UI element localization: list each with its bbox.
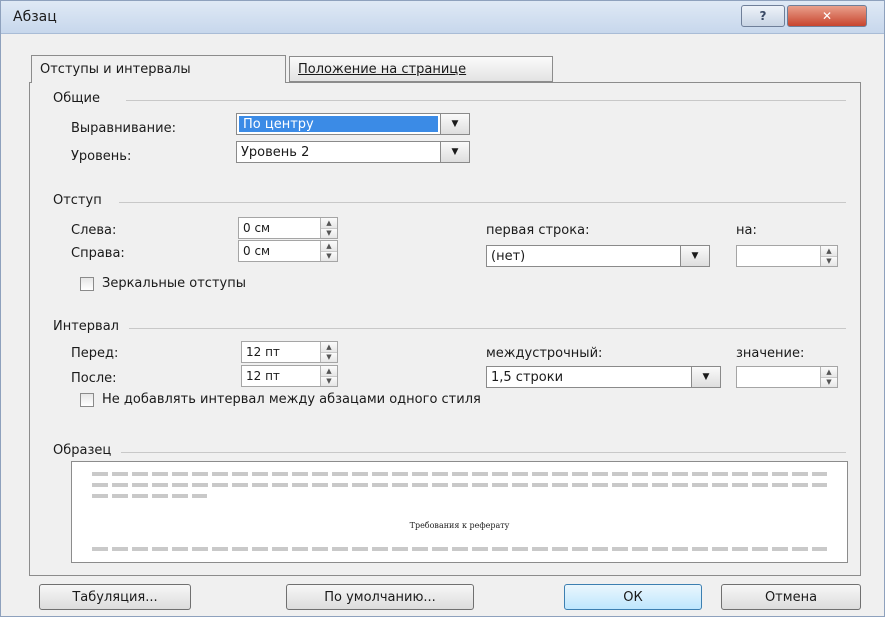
close-button[interactable]: ✕ — [787, 5, 867, 27]
right-indent-value[interactable]: 0 см — [239, 244, 320, 258]
space-after-label: После: — [71, 371, 117, 386]
spin-up-icon[interactable]: ▲ — [321, 241, 337, 251]
section-preview-title: Образец — [53, 443, 112, 458]
spin-up-icon[interactable]: ▲ — [821, 246, 837, 256]
level-value: Уровень 2 — [241, 144, 310, 160]
preview-sample-text: Требования к реферату — [409, 521, 510, 530]
title-bar: Абзац ? ✕ — [1, 1, 884, 34]
ok-button[interactable]: ОК — [564, 584, 702, 610]
no-space-same-style-checkbox[interactable] — [80, 393, 94, 407]
first-line-select[interactable]: (нет) ▼ — [486, 245, 710, 267]
preview-next-line — [92, 547, 827, 551]
spacing-value-label: значение: — [736, 346, 805, 361]
set-default-button[interactable]: По умолчанию... — [286, 584, 474, 610]
spin-down-icon[interactable]: ▼ — [321, 351, 337, 362]
spin-up-icon[interactable]: ▲ — [321, 342, 337, 352]
alignment-value: По центру — [239, 116, 438, 132]
line-spacing-label: междустрочный: — [486, 346, 603, 361]
preview-prev-line — [92, 472, 827, 476]
section-general-title: Общие — [53, 91, 100, 106]
divider — [121, 452, 846, 453]
divider — [129, 328, 846, 329]
by-spinner[interactable]: ▲ ▼ — [736, 245, 838, 267]
first-line-value: (нет) — [491, 248, 526, 264]
chevron-down-icon[interactable]: ▼ — [691, 367, 720, 387]
space-before-label: Перед: — [71, 346, 119, 361]
right-indent-label: Справа: — [71, 246, 125, 261]
tab-label: Положение на странице — [298, 61, 467, 77]
spin-down-icon[interactable]: ▼ — [821, 255, 837, 266]
help-button[interactable]: ? — [741, 5, 785, 27]
chevron-down-icon[interactable]: ▼ — [680, 246, 709, 266]
by-label: на: — [736, 223, 757, 238]
line-spacing-select[interactable]: 1,5 строки ▼ — [486, 366, 721, 388]
preview-prev-line — [92, 494, 207, 498]
dialog-title: Абзац — [13, 9, 57, 25]
alignment-select[interactable]: По центру ▼ — [236, 113, 470, 135]
spin-down-icon[interactable]: ▼ — [821, 376, 837, 387]
tab-line-page-breaks[interactable]: Положение на странице — [289, 56, 553, 82]
section-indent-title: Отступ — [53, 193, 102, 208]
preview-prev-line — [92, 483, 827, 487]
spin-down-icon[interactable]: ▼ — [321, 250, 337, 261]
cancel-button[interactable]: Отмена — [721, 584, 861, 610]
right-indent-spinner[interactable]: 0 см ▲ ▼ — [238, 240, 338, 262]
spin-up-icon[interactable]: ▲ — [821, 367, 837, 377]
space-after-spinner[interactable]: 12 пт ▲ ▼ — [241, 365, 338, 387]
spin-up-icon[interactable]: ▲ — [321, 218, 337, 228]
mirror-indents-checkbox[interactable] — [80, 277, 94, 291]
spacing-value-spinner[interactable]: ▲ ▼ — [736, 366, 838, 388]
mirror-indents-label: Зеркальные отступы — [102, 276, 246, 291]
left-indent-value[interactable]: 0 см — [239, 221, 320, 235]
divider — [119, 202, 846, 203]
tabs-button[interactable]: Табуляция... — [39, 584, 191, 610]
spin-up-icon[interactable]: ▲ — [321, 366, 337, 376]
no-space-same-style-label: Не добавлять интервал между абзацами одн… — [102, 392, 481, 407]
level-label: Уровень: — [71, 149, 132, 164]
space-after-value[interactable]: 12 пт — [242, 369, 320, 383]
paragraph-dialog: Абзац ? ✕ Отступы и интервалы Положение … — [0, 0, 885, 617]
tab-label: Отступы и интервалы — [40, 62, 191, 77]
spin-down-icon[interactable]: ▼ — [321, 227, 337, 238]
tab-indents-spacing[interactable]: Отступы и интервалы — [31, 55, 286, 83]
space-before-value[interactable]: 12 пт — [242, 345, 320, 359]
space-before-spinner[interactable]: 12 пт ▲ ▼ — [241, 341, 338, 363]
left-indent-label: Слева: — [71, 223, 117, 238]
divider — [126, 100, 846, 101]
paragraph-preview: Требования к реферату — [71, 461, 848, 563]
alignment-label: Выравнивание: — [71, 121, 176, 136]
left-indent-spinner[interactable]: 0 см ▲ ▼ — [238, 217, 338, 239]
level-select[interactable]: Уровень 2 ▼ — [236, 141, 470, 163]
first-line-label: первая строка: — [486, 223, 590, 238]
chevron-down-icon[interactable]: ▼ — [440, 142, 469, 162]
spin-down-icon[interactable]: ▼ — [321, 375, 337, 386]
chevron-down-icon[interactable]: ▼ — [440, 114, 469, 134]
section-spacing-title: Интервал — [53, 319, 119, 334]
line-spacing-value: 1,5 строки — [491, 369, 564, 385]
